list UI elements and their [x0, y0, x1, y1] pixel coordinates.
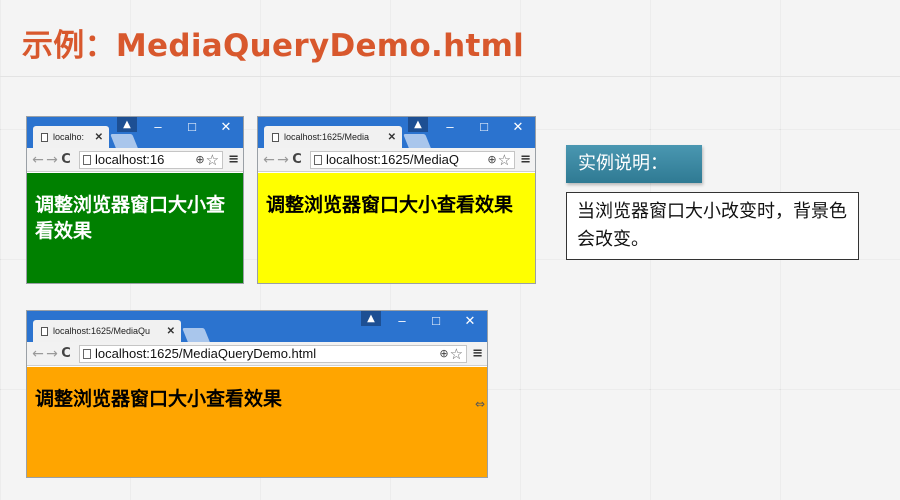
reload-icon[interactable]: C — [290, 152, 304, 167]
browser-window-small: localho: ✕ ▲ – □ ✕ ← → C localhost:16 ⊕ … — [26, 116, 244, 284]
close-window-button[interactable]: ✕ — [453, 311, 487, 331]
reload-icon[interactable]: C — [59, 152, 73, 167]
zoom-icon[interactable]: ⊕ — [487, 153, 496, 166]
tab-close-icon[interactable]: ✕ — [388, 132, 396, 143]
page-icon — [41, 132, 48, 142]
star-icon[interactable]: ☆ — [450, 346, 463, 362]
zoom-icon[interactable]: ⊕ — [195, 153, 204, 166]
new-tab-button[interactable] — [403, 134, 431, 148]
content-heading: 调整浏览器窗口大小查看效果 — [35, 194, 226, 242]
title-divider — [0, 76, 900, 77]
note-label: 实例说明： — [566, 145, 702, 183]
url-text[interactable]: localhost:1625/MediaQ — [326, 152, 485, 167]
menu-icon[interactable]: ≡ — [520, 152, 531, 167]
new-tab-button[interactable] — [110, 134, 138, 148]
page-icon — [314, 154, 322, 165]
forward-arrow-icon[interactable]: → — [276, 152, 290, 168]
zoom-icon[interactable]: ⊕ — [439, 347, 448, 360]
browser-tab[interactable]: localhost:1625/Media ✕ — [264, 126, 402, 148]
address-bar[interactable]: localhost:1625/MediaQueryDemo.html ⊕ ☆ — [79, 344, 468, 363]
page-icon — [83, 348, 91, 359]
browser-toolbar: ← → C localhost:1625/MediaQ ⊕ ☆ ≡ — [258, 148, 535, 172]
url-text[interactable]: localhost:16 — [95, 152, 193, 167]
close-window-button[interactable]: ✕ — [501, 117, 535, 137]
reload-icon[interactable]: C — [59, 346, 73, 361]
url-text[interactable]: localhost:1625/MediaQueryDemo.html — [95, 346, 437, 361]
tab-title: localhost:1625/MediaQu — [53, 326, 151, 336]
browser-tab[interactable]: localho: ✕ — [33, 126, 109, 148]
address-bar[interactable]: localhost:1625/MediaQ ⊕ ☆ — [310, 150, 516, 169]
browser-toolbar: ← → C localhost:16 ⊕ ☆ ≡ — [27, 148, 243, 172]
browser-tab[interactable]: localhost:1625/MediaQu ✕ — [33, 320, 181, 342]
page-content: 调整浏览器窗口大小查看效果 ⇔ — [27, 367, 487, 477]
address-bar[interactable]: localhost:16 ⊕ ☆ — [79, 150, 224, 169]
page-content: 调整浏览器窗口大小查看效果 — [258, 173, 535, 283]
page-icon — [272, 132, 279, 142]
page-icon — [41, 326, 48, 336]
browser-titlebar: localhost:1625/MediaQu ✕ ▲ – □ ✕ — [27, 311, 487, 342]
maximize-button[interactable]: □ — [419, 311, 453, 331]
back-arrow-icon[interactable]: ← — [31, 346, 45, 362]
star-icon[interactable]: ☆ — [206, 152, 219, 168]
profile-icon[interactable]: ▲ — [117, 117, 137, 132]
browser-titlebar: localhost:1625/Media ✕ ▲ – □ ✕ — [258, 117, 535, 148]
tab-title: localhost:1625/Media — [284, 132, 370, 142]
back-arrow-icon[interactable]: ← — [262, 152, 276, 168]
menu-icon[interactable]: ≡ — [472, 346, 483, 361]
new-tab-button[interactable] — [182, 328, 210, 342]
star-icon[interactable]: ☆ — [498, 152, 511, 168]
tab-close-icon[interactable]: ✕ — [95, 132, 103, 143]
maximize-button[interactable]: □ — [175, 117, 209, 137]
browser-window-large: localhost:1625/MediaQu ✕ ▲ – □ ✕ ← → C l… — [26, 310, 488, 478]
maximize-button[interactable]: □ — [467, 117, 501, 137]
browser-toolbar: ← → C localhost:1625/MediaQueryDemo.html… — [27, 342, 487, 366]
resize-cursor-icon: ⇔ — [474, 397, 485, 411]
tab-title: localho: — [53, 132, 85, 142]
back-arrow-icon[interactable]: ← — [31, 152, 45, 168]
note-description: 当浏览器窗口大小改变时，背景色会改变。 — [566, 192, 859, 260]
page-content: 调整浏览器窗口大小查看效果 — [27, 173, 243, 283]
slide-title: 示例：MediaQueryDemo.html — [22, 28, 525, 64]
close-window-button[interactable]: ✕ — [209, 117, 243, 137]
minimize-button[interactable]: – — [141, 117, 175, 137]
minimize-button[interactable]: – — [385, 311, 419, 331]
profile-icon[interactable]: ▲ — [361, 311, 381, 326]
tab-close-icon[interactable]: ✕ — [167, 326, 175, 337]
browser-window-medium: localhost:1625/Media ✕ ▲ – □ ✕ ← → C loc… — [257, 116, 536, 284]
content-heading: 调整浏览器窗口大小查看效果 — [35, 388, 283, 410]
forward-arrow-icon[interactable]: → — [45, 346, 59, 362]
profile-icon[interactable]: ▲ — [408, 117, 428, 132]
minimize-button[interactable]: – — [433, 117, 467, 137]
page-icon — [83, 154, 91, 165]
menu-icon[interactable]: ≡ — [228, 152, 239, 167]
content-heading: 调整浏览器窗口大小查看效果 — [266, 194, 514, 216]
browser-titlebar: localho: ✕ ▲ – □ ✕ — [27, 117, 243, 148]
forward-arrow-icon[interactable]: → — [45, 152, 59, 168]
